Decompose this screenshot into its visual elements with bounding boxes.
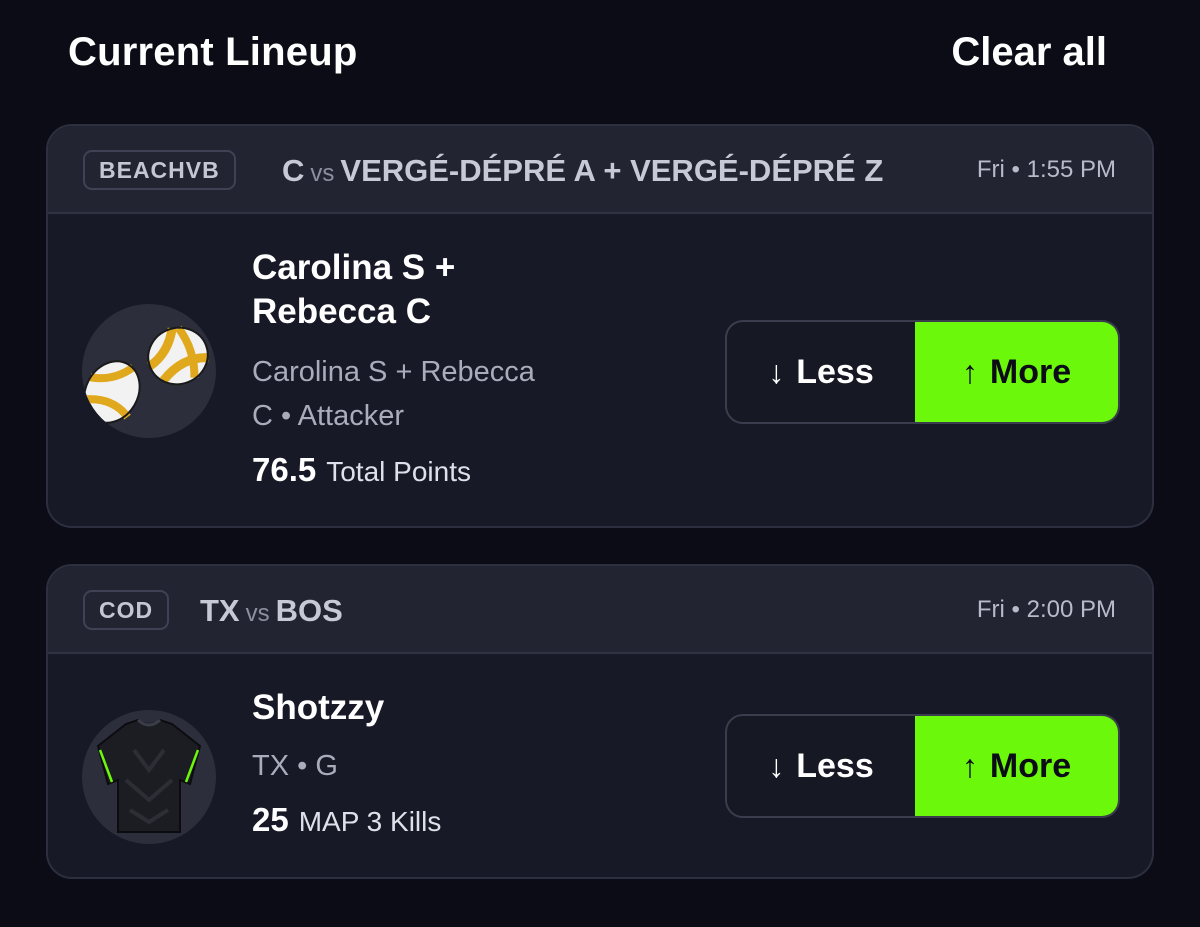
less-label: Less xyxy=(796,352,874,391)
player-name: Carolina S + Rebecca C xyxy=(252,246,455,334)
player-name-line-1: Carolina S + xyxy=(252,248,456,287)
arrow-down-icon: ↓ xyxy=(768,747,785,784)
more-label: More xyxy=(989,352,1072,391)
line-value: 76.5 xyxy=(252,451,317,488)
arrow-down-icon: ↓ xyxy=(768,353,785,390)
vs-label: vs xyxy=(245,600,270,627)
projection-line: 76.5 Total Points xyxy=(252,450,471,492)
player-name-line-2: Rebecca C xyxy=(252,292,431,331)
page-title: Current Lineup xyxy=(68,30,358,74)
player-name: Shotzzy xyxy=(252,688,385,727)
more-label: More xyxy=(989,746,1072,785)
game-time: Fri • 1:55 PM xyxy=(976,156,1116,183)
pick-selector: ↓ Less ↑ More xyxy=(725,320,1120,424)
team-b: VERGÉ-DÉPRÉ A + VERGÉ-DÉPRÉ Z xyxy=(340,153,884,188)
arrow-up-icon: ↑ xyxy=(961,747,978,784)
game-time: Fri • 2:00 PM xyxy=(976,596,1116,623)
more-button[interactable]: ↑ More xyxy=(915,716,1118,816)
pick-selector: ↓ Less ↑ More xyxy=(725,714,1120,818)
lineup-card: BEACHVB Cvs VERGÉ-DÉPRÉ A + VERGÉ-DÉPRÉ Z… xyxy=(46,124,1154,528)
card-header: COD TX vs BOS Fri • 2:00 PM xyxy=(48,566,1152,654)
arrow-up-icon: ↑ xyxy=(961,353,978,390)
less-button[interactable]: ↓ Less xyxy=(727,322,915,422)
jersey-icon xyxy=(82,710,216,844)
line-value: 25 xyxy=(252,801,289,838)
player-description-line-1: Carolina S + Rebecca xyxy=(252,356,535,388)
matchup: TX vs BOS xyxy=(200,590,600,632)
league-badge: BEACHVB xyxy=(83,150,236,190)
more-button[interactable]: ↑ More xyxy=(915,322,1118,422)
clear-all-button[interactable]: Clear all xyxy=(951,30,1107,75)
player-description-line-2: C • Attacker xyxy=(252,400,404,432)
lineup-header: Current Lineup Clear all xyxy=(0,0,1200,110)
vs-label: vs xyxy=(310,160,335,187)
matchup: Cvs VERGÉ-DÉPRÉ A + VERGÉ-DÉPRÉ Z xyxy=(282,150,942,192)
less-label: Less xyxy=(796,746,874,785)
team-a: TX xyxy=(200,593,240,628)
player-description: Carolina S + Rebecca C • Attacker xyxy=(252,350,535,438)
line-stat: MAP 3 Kills xyxy=(298,806,442,837)
team-a: C xyxy=(282,153,305,188)
card-header: BEACHVB Cvs VERGÉ-DÉPRÉ A + VERGÉ-DÉPRÉ Z… xyxy=(48,126,1152,214)
league-badge: COD xyxy=(83,590,170,630)
line-stat: Total Points xyxy=(326,456,471,487)
volleyball-icon xyxy=(82,304,216,438)
less-button[interactable]: ↓ Less xyxy=(727,716,915,816)
team-b: BOS xyxy=(275,593,343,628)
lineup-card: COD TX vs BOS Fri • 2:00 PM Shotzzy TX • G… xyxy=(46,564,1154,879)
projection-line: 25 MAP 3 Kills xyxy=(252,800,441,842)
player-description: TX • G xyxy=(252,750,338,782)
